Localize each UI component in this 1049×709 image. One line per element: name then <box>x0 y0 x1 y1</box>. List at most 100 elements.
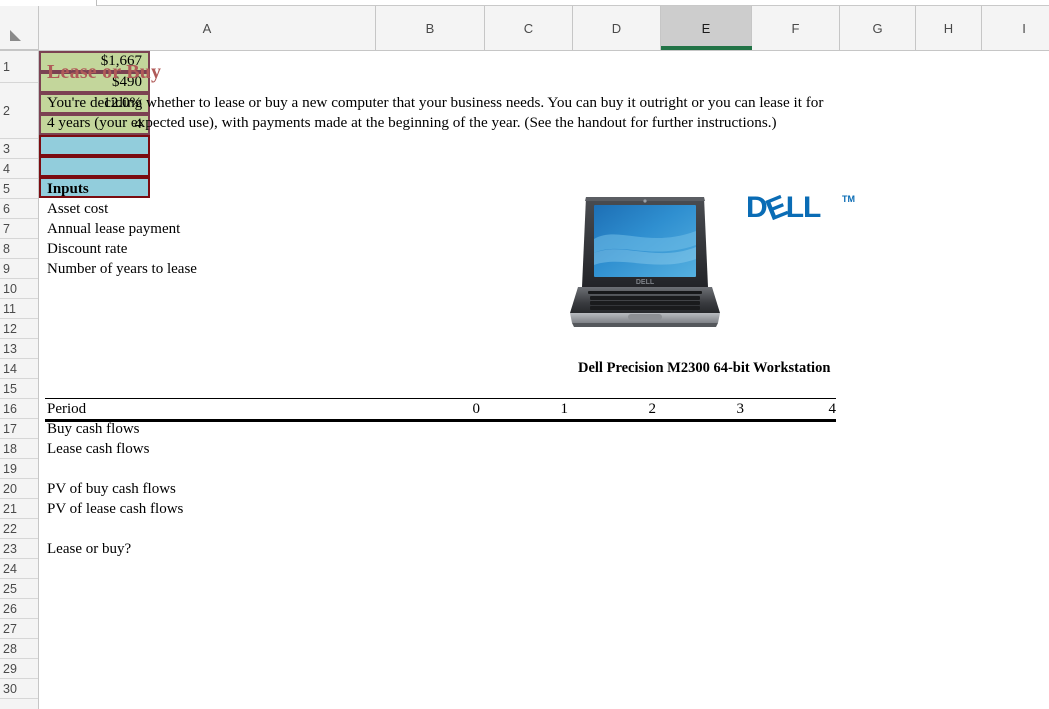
output-cell-pv-lease[interactable] <box>39 156 150 177</box>
row-header-label: 22 <box>3 521 17 536</box>
row-header-27[interactable]: 27 <box>0 619 38 639</box>
input-label-annual-lease-payment: Annual lease payment <box>47 220 181 237</box>
row-label-lease-or-buy: Lease or buy? <box>47 540 132 557</box>
row-label-pv-lease: PV of lease cash flows <box>47 500 184 517</box>
column-header-a[interactable]: A <box>39 6 376 50</box>
column-header-h[interactable]: H <box>916 6 982 50</box>
row-header-label: 14 <box>3 361 17 376</box>
row-header-13[interactable]: 13 <box>0 339 38 359</box>
row-header-21[interactable]: 21 <box>0 499 38 519</box>
row-header-26[interactable]: 26 <box>0 599 38 619</box>
row-header-label: 15 <box>3 381 17 396</box>
row-header-28[interactable]: 28 <box>0 639 38 659</box>
column-header-b[interactable]: B <box>376 6 485 50</box>
description-text: You're deciding whether to lease or buy … <box>47 94 824 131</box>
row-header-14[interactable]: 14 <box>0 359 38 379</box>
row-header-7[interactable]: 7 <box>0 219 38 239</box>
row-header-label: 10 <box>3 281 17 296</box>
input-label-discount-rate: Discount rate <box>47 240 128 257</box>
select-all-corner[interactable] <box>0 6 39 50</box>
column-header-f[interactable]: F <box>752 6 840 50</box>
row-header-label: 29 <box>3 661 17 676</box>
row-header-label: 8 <box>3 241 10 256</box>
row-header-19[interactable]: 19 <box>0 459 38 479</box>
page-title: Lease or Buy <box>47 60 162 83</box>
row-header-24[interactable]: 24 <box>0 559 38 579</box>
row-header-1[interactable]: 1 <box>0 51 38 83</box>
inputs-section-header: Inputs <box>47 180 89 197</box>
row-label-lease-cash-flows: Lease cash flows <box>47 440 150 457</box>
row-header-label: 23 <box>3 541 17 556</box>
period-value-1: 1 <box>560 400 569 417</box>
column-header-c[interactable]: C <box>485 6 573 50</box>
period-label: Period <box>47 400 87 417</box>
output-cell-pv-buy[interactable] <box>39 135 150 156</box>
row-header-label: 17 <box>3 421 17 436</box>
row-header-9[interactable]: 9 <box>0 259 38 279</box>
row-header-label: 7 <box>3 221 10 236</box>
row-header-17[interactable]: 17 <box>0 419 38 439</box>
dell-trademark-mark: TM <box>842 194 855 204</box>
column-header-g[interactable]: G <box>840 6 916 50</box>
spreadsheet-window: ABCDEFGHI 1 2 3 4 5 6 7 8 9 10 11 12 13 14 15 16 17 18 19 2… <box>0 0 1049 709</box>
row-header-label: 26 <box>3 601 17 616</box>
row-header-label: 18 <box>3 441 17 456</box>
row-header-label: 1 <box>3 59 10 74</box>
period-value-0: 0 <box>472 400 481 417</box>
row-header-25[interactable]: 25 <box>0 579 38 599</box>
period-bottom-rule <box>45 419 836 422</box>
row-header-29[interactable]: 29 <box>0 659 38 679</box>
row-header-label: 30 <box>3 681 17 696</box>
row-header-8[interactable]: 8 <box>0 239 38 259</box>
product-caption: Dell Precision M2300 64-bit Workstation <box>578 360 831 376</box>
row-header-16[interactable]: 16 <box>0 399 38 419</box>
row-header-3[interactable]: 3 <box>0 139 38 159</box>
period-value-4: 4 <box>828 400 837 417</box>
row-header-label: 21 <box>3 501 17 516</box>
svg-text:DELL: DELL <box>636 279 655 286</box>
row-header-label: 11 <box>3 301 16 316</box>
select-all-triangle-icon <box>10 30 21 41</box>
row-header-label: 3 <box>3 141 10 156</box>
row-header-15[interactable]: 15 <box>0 379 38 399</box>
dell-brand-logo: DELL <box>746 190 821 228</box>
sheet-canvas[interactable]: Lease or Buy You're deciding whether to … <box>39 51 1049 709</box>
dell-laptop-photo: DELL <box>570 191 720 331</box>
row-header-label: 4 <box>3 161 10 176</box>
row-header-18[interactable]: 18 <box>0 439 38 459</box>
row-header-6[interactable]: 6 <box>0 199 38 219</box>
row-label-pv-buy: PV of buy cash flows <box>47 480 176 497</box>
row-header-12[interactable]: 12 <box>0 319 38 339</box>
column-selection-indicator <box>661 46 752 50</box>
row-header-label: 2 <box>3 103 10 118</box>
row-header-2[interactable]: 2 <box>0 83 38 139</box>
column-header-i[interactable]: I <box>982 6 1049 50</box>
row-header-label: 13 <box>3 341 17 356</box>
row-header-label: 6 <box>3 201 10 216</box>
row-header-label: 28 <box>3 641 17 656</box>
row-header-23[interactable]: 23 <box>0 539 38 559</box>
row-header-11[interactable]: 11 <box>0 299 38 319</box>
row-label-buy-cash-flows: Buy cash flows <box>47 420 140 437</box>
row-header-label: 19 <box>3 461 17 476</box>
row-header-label: 16 <box>3 401 17 416</box>
row-header-label: 20 <box>3 481 17 496</box>
period-value-3: 3 <box>736 400 745 417</box>
column-header-d[interactable]: D <box>573 6 661 50</box>
row-header-label: 25 <box>3 581 17 596</box>
row-header-label: 27 <box>3 621 17 636</box>
input-label-asset-cost: Asset cost <box>47 200 109 217</box>
row-header-label: 24 <box>3 561 17 576</box>
row-header-22[interactable]: 22 <box>0 519 38 539</box>
row-header-label: 5 <box>3 181 10 196</box>
row-header-20[interactable]: 20 <box>0 479 38 499</box>
row-header-5[interactable]: 5 <box>0 179 38 199</box>
row-header-4[interactable]: 4 <box>0 159 38 179</box>
row-header-10[interactable]: 10 <box>0 279 38 299</box>
row-header-30[interactable]: 30 <box>0 679 38 699</box>
period-value-2: 2 <box>648 400 657 417</box>
input-label-years-to-lease: Number of years to lease <box>47 260 197 277</box>
row-header-label: 12 <box>3 321 17 336</box>
column-header-e[interactable]: E <box>661 6 752 50</box>
row-header-label: 9 <box>3 261 10 276</box>
